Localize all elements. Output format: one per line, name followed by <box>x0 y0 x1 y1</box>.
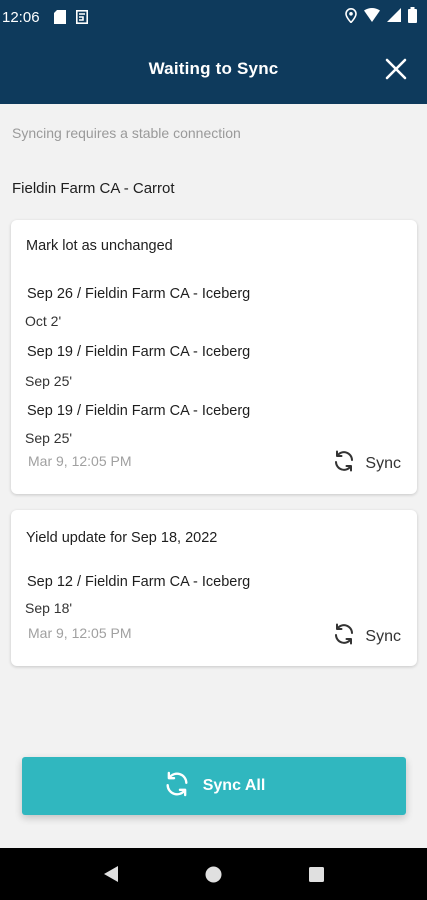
sync-button[interactable]: Sync <box>332 622 401 651</box>
battery-icon <box>408 7 417 27</box>
connection-hint: Syncing requires a stable connection <box>12 125 241 141</box>
sync-icon <box>163 770 191 803</box>
timestamp: Mar 9, 12:05 PM <box>28 453 132 469</box>
signal-icon <box>387 8 401 26</box>
sync-label: Sync <box>365 454 401 472</box>
lot-name: Sep 19 / Fieldin Farm CA - Iceberg <box>27 344 251 360</box>
page-title: Waiting to Sync <box>148 59 279 78</box>
pending-sync-card: Yield update for Sep 18, 2022 Sep 12 / F… <box>11 510 417 666</box>
lot-date: Sep 25' <box>25 373 73 389</box>
sync-icon <box>332 622 356 651</box>
timestamp: Mar 9, 12:05 PM <box>28 625 132 641</box>
lot-name: Sep 12 / Fieldin Farm CA - Iceberg <box>27 574 251 590</box>
lot-name: Sep 26 / Fieldin Farm CA - Iceberg <box>27 286 251 302</box>
wifi-icon <box>364 8 380 26</box>
lot-date: Sep 25' <box>25 430 73 446</box>
lot-name: Sep 19 / Fieldin Farm CA - Iceberg <box>27 403 251 419</box>
lot-date: Oct 2' <box>25 313 62 329</box>
status-time: 12:06 <box>2 8 40 26</box>
location-icon <box>345 7 357 27</box>
storage-icon <box>75 10 88 24</box>
lot-date: Sep 18' <box>25 600 73 616</box>
sync-button[interactable]: Sync <box>332 449 401 478</box>
sd-card-icon <box>53 10 66 24</box>
pending-sync-card: Mark lot as unchanged Sep 26 / Fieldin F… <box>11 220 417 494</box>
recents-icon[interactable] <box>308 866 324 882</box>
close-icon[interactable] <box>385 58 407 80</box>
card-title: Yield update for Sep 18, 2022 <box>26 530 218 546</box>
home-icon[interactable] <box>205 866 222 883</box>
group-title: Fieldin Farm CA - Carrot <box>12 180 175 197</box>
status-icons <box>345 7 417 27</box>
sync-icon <box>332 449 356 478</box>
sync-all-button[interactable]: Sync All <box>22 757 406 815</box>
sync-label: Sync <box>365 627 401 645</box>
system-nav-bar <box>0 848 427 900</box>
status-bar: 12:06 <box>0 0 427 34</box>
card-title: Mark lot as unchanged <box>26 238 173 254</box>
back-icon[interactable] <box>103 865 119 883</box>
sync-all-label: Sync All <box>202 777 266 794</box>
app-header: Waiting to Sync <box>0 34 427 104</box>
